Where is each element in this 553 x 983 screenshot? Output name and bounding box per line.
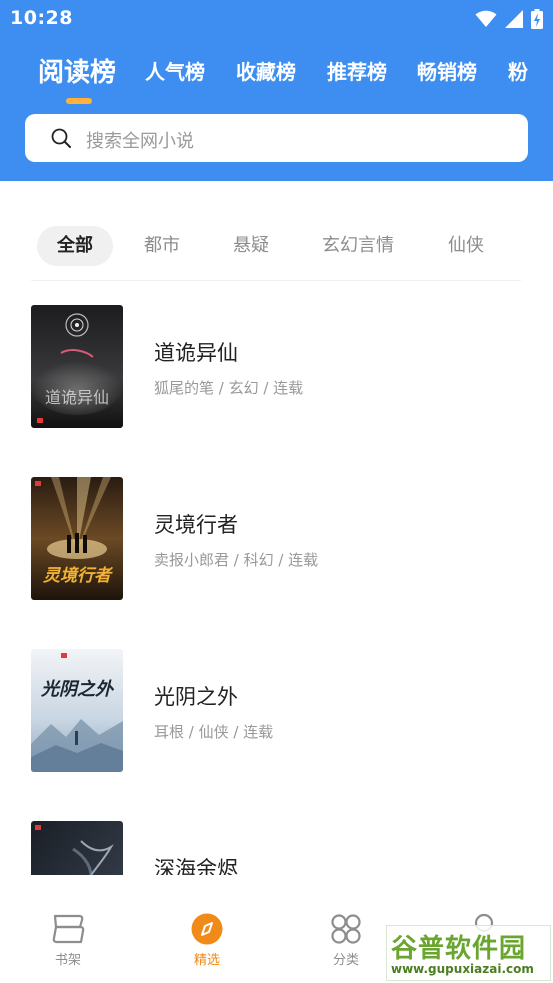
tab-popularity-ranking[interactable]: 人气榜 (145, 56, 205, 85)
grid-icon (331, 914, 361, 944)
search-icon (51, 128, 71, 148)
book-list: 道诡异仙 道诡异仙 狐尾的笔 / 玄幻 / 连载 灵境行者 灵境行者 卖报小郎君… (0, 305, 553, 875)
status-bar: 10:28 (0, 0, 553, 38)
signal-icon (505, 10, 523, 28)
nav-bookshelf[interactable]: 书架 (33, 913, 103, 968)
book-title: 道诡异仙 (154, 341, 238, 365)
divider (31, 280, 521, 281)
watermark-text: 谷普软件园 (391, 934, 527, 964)
book-title: 深海余烬 (154, 857, 238, 875)
tab-indicator (66, 98, 92, 104)
ranking-tabs: 阅读榜 人气榜 收藏榜 推荐榜 畅销榜 粉 (0, 52, 553, 104)
nav-featured[interactable]: 精选 (172, 913, 242, 968)
battery-charging-icon (531, 9, 543, 29)
bookshelf-icon (52, 914, 85, 944)
book-meta: 狐尾的笔 / 玄幻 / 连载 (154, 379, 304, 397)
nav-featured-label: 精选 (193, 953, 220, 968)
list-item[interactable]: 光阴之外 光阴之外 耳根 / 仙侠 / 连载 (31, 649, 531, 772)
category-suspense[interactable]: 悬疑 (220, 226, 282, 266)
compass-icon (191, 913, 223, 945)
book-cover: 灵境行者 (31, 477, 123, 600)
nav-bookshelf-label: 书架 (54, 953, 81, 968)
watermark-logo: 谷普软件园 www.gupuxiazai.com (386, 925, 551, 981)
category-all[interactable]: 全部 (37, 226, 113, 266)
cover-title-art: 光阴之外 (40, 679, 115, 700)
list-item[interactable]: 道诡异仙 道诡异仙 狐尾的笔 / 玄幻 / 连载 (31, 305, 531, 428)
status-time: 10:28 (10, 7, 73, 29)
nav-category[interactable]: 分类 (311, 913, 381, 968)
category-urban[interactable]: 都市 (130, 226, 194, 266)
tab-fans-ranking[interactable]: 粉 (508, 56, 528, 85)
cover-title-art: 道诡异仙 (45, 388, 109, 407)
status-icons (475, 9, 543, 29)
book-meta: 耳根 / 仙侠 / 连载 (154, 723, 274, 741)
category-filter: 全部 都市 悬疑 玄幻言情 仙侠 (0, 226, 553, 266)
header: 10:28 阅读榜 人气榜 收藏榜 推荐榜 畅销榜 粉 搜索全网小说 (0, 0, 553, 181)
tab-favorites-ranking[interactable]: 收藏榜 (236, 56, 296, 85)
watermark-url: www.gupuxiazai.com (391, 962, 534, 976)
book-meta: 卖报小郎君 / 科幻 / 连载 (154, 551, 319, 569)
search-bar[interactable]: 搜索全网小说 (25, 114, 528, 162)
tab-reading-ranking[interactable]: 阅读榜 (38, 52, 116, 89)
list-item[interactable]: 深海余烬 (31, 821, 531, 875)
book-title: 光阴之外 (154, 685, 238, 709)
book-cover (31, 821, 123, 875)
list-item[interactable]: 灵境行者 灵境行者 卖报小郎君 / 科幻 / 连载 (31, 477, 531, 600)
search-placeholder: 搜索全网小说 (86, 131, 194, 152)
category-fantasy-romance[interactable]: 玄幻言情 (310, 226, 406, 266)
cover-title-art: 灵境行者 (43, 566, 114, 586)
book-cover: 道诡异仙 (31, 305, 123, 428)
tab-bestseller-ranking[interactable]: 畅销榜 (417, 56, 477, 85)
category-xianxia[interactable]: 仙侠 (434, 226, 498, 266)
book-title: 灵境行者 (154, 513, 238, 537)
book-cover: 光阴之外 (31, 649, 123, 772)
tab-recommend-ranking[interactable]: 推荐榜 (327, 56, 387, 85)
nav-category-label: 分类 (332, 953, 359, 968)
wifi-icon (475, 10, 497, 27)
